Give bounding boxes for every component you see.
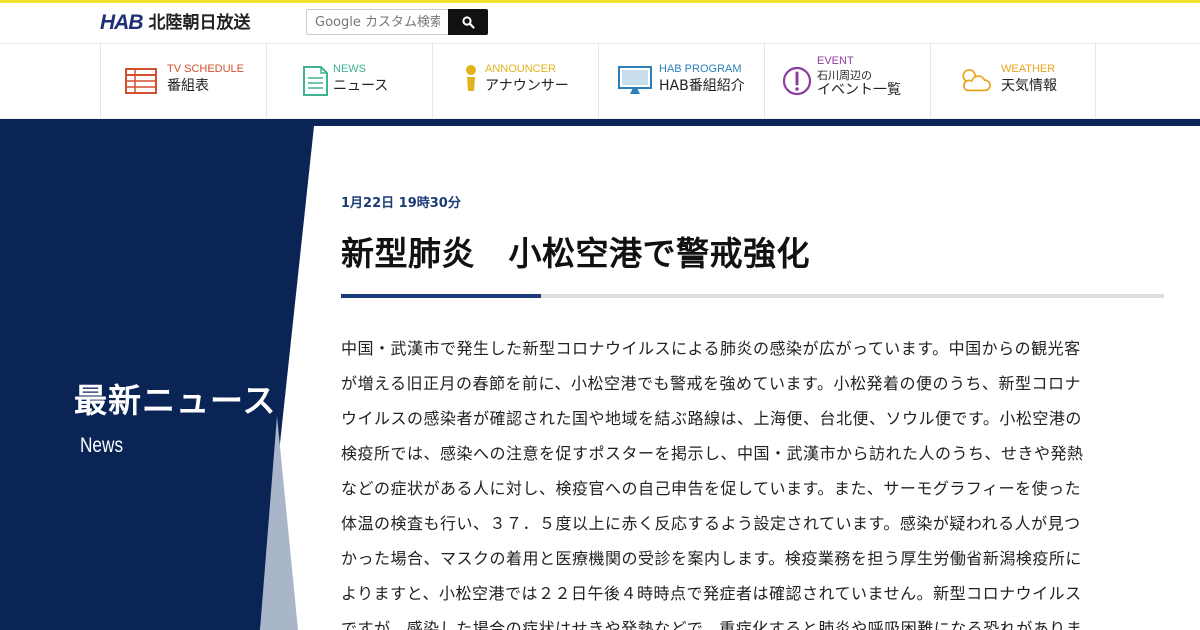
nav-en-label: WEATHER: [1001, 63, 1056, 75]
main-nav: TV SCHEDULE 番組表 NEWS ニュース ANNOUNCER アナウン…: [0, 43, 1200, 118]
monitor-icon: [618, 66, 652, 94]
nav-event[interactable]: EVENT 石川周辺の イベント一覧: [764, 44, 930, 118]
nav-ja-label: 番組表: [167, 78, 209, 94]
sidebar-title: 最新ニュース: [74, 381, 277, 420]
nav-ja-label: ニュース: [333, 78, 389, 94]
announcer-icon: [466, 65, 476, 91]
article-line: 体温の検査も行い、３７．５度以上に赤く反応するよう設定されています。感染が疑われ…: [341, 514, 1081, 533]
nav-weather[interactable]: WEATHER 天気情報: [930, 44, 1096, 118]
article-line: ウイルスの感染者が確認された国や地域を結ぶ路線は、上海便、台北便、ソウル便です。…: [341, 409, 1082, 428]
title-rule-accent: [341, 294, 541, 298]
nav-news[interactable]: NEWS ニュース: [266, 44, 432, 118]
nav-ja-label: HAB番組紹介: [659, 78, 745, 94]
nav-tv-schedule[interactable]: TV SCHEDULE 番組表: [100, 44, 266, 118]
logo-name: 北陸朝日放送: [148, 13, 251, 33]
article-title: 新型肺炎 小松空港で警戒強化: [341, 234, 810, 273]
article-body: 中国・武漢市で発生した新型コロナウイルスによる肺炎の感染が広がっています。中国か…: [341, 331, 1109, 630]
news-icon: [303, 66, 328, 96]
logo-mark: HAB: [100, 11, 143, 34]
nav-hab-program[interactable]: HAB PROGRAM HAB番組紹介: [598, 44, 764, 118]
search-button[interactable]: [448, 9, 488, 35]
article-date: 1月22日 19時30分: [341, 196, 461, 211]
article-line: 検疫所では、感染への注意を促すポスターを掲示し、中国・武漢市から訪れた人のうち、…: [341, 444, 1084, 463]
article-line: かった場合、マスクの着用と医療機関の受診を案内します。検疫業務を担う厚生労働省新…: [341, 549, 1082, 568]
weather-icon: [962, 69, 991, 92]
article-line: などの症状がある人に対し、検疫官への自己申告を促しています。また、サーモグラフィ…: [341, 479, 1082, 498]
nav-en-label: TV SCHEDULE: [167, 63, 245, 75]
nav-en-label: EVENT: [817, 55, 854, 67]
article-line: が増える旧正月の春節を前に、小松空港でも警戒を強めています。小松発着の便のうち、…: [341, 374, 1081, 393]
nav-ja-label: 天気情報: [1001, 78, 1057, 94]
site-logo[interactable]: HAB 北陸朝日放送: [100, 11, 251, 35]
site-search: [306, 9, 488, 35]
search-icon: [461, 15, 475, 29]
nav-en-label: HAB PROGRAM: [659, 63, 742, 75]
nav-announcer[interactable]: ANNOUNCER アナウンサー: [432, 44, 598, 118]
exclamation-icon: [782, 66, 812, 96]
nav-en-label: NEWS: [333, 63, 366, 75]
tv-schedule-icon: [125, 68, 157, 94]
nav-ja-label: アナウンサー: [485, 78, 569, 94]
sidebar-subtitle: News: [80, 434, 124, 457]
article-line: よりますと、小松空港では２２日午後４時時点で発症者は確認されていません。新型コロ…: [341, 584, 1082, 603]
nav-ja-label-1: 石川周辺の: [817, 69, 872, 82]
article-line: 中国・武漢市で発生した新型コロナウイルスによる肺炎の感染が広がっています。中国か…: [341, 339, 1081, 358]
site-header: HAB 北陸朝日放送: [0, 3, 1200, 43]
header-divider-bar: [0, 119, 1200, 126]
article-line: ですが、感染した場合の症状はせきや発熱などで、重症化すると肺炎や呼吸困難になる恐…: [341, 619, 1083, 630]
search-input[interactable]: [306, 9, 448, 35]
nav-en-label: ANNOUNCER: [485, 63, 556, 75]
nav-ja-label-2: イベント一覧: [817, 82, 901, 98]
